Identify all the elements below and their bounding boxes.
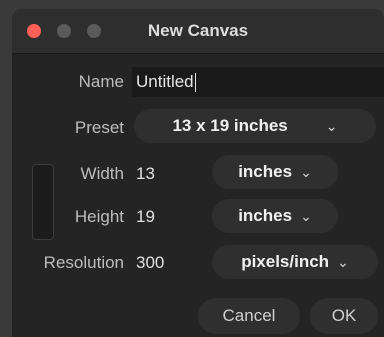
link-bracket-icon[interactable]: [32, 164, 54, 240]
width-label: Width: [80, 164, 124, 183]
resolution-unit-dropdown[interactable]: pixels/inch ⌄: [212, 245, 378, 279]
ok-button[interactable]: OK: [310, 298, 378, 334]
width-unit-value: inches: [238, 162, 293, 181]
name-field[interactable]: Untitled: [132, 67, 384, 97]
chevron-down-icon: ⌄: [337, 253, 349, 270]
height-unit-dropdown[interactable]: inches ⌄: [212, 199, 338, 233]
resolution-unit-value: pixels/inch: [241, 252, 330, 271]
preset-dropdown[interactable]: 13 x 19 inches ⌄: [134, 109, 376, 143]
preset-value: 13 x 19 inches: [172, 116, 288, 135]
name-value: Untitled: [136, 72, 194, 91]
width-field[interactable]: 13: [136, 164, 155, 184]
new-canvas-dialog: New Canvas Name Untitled Preset 13 x 19 …: [12, 9, 384, 337]
name-label: Name: [78, 72, 124, 91]
window-title: New Canvas: [147, 21, 249, 40]
height-label: Height: [74, 207, 124, 226]
chevron-down-icon: ⌄: [325, 117, 338, 134]
title-bar: New Canvas: [12, 9, 384, 54]
preset-label: Preset: [74, 118, 124, 137]
width-unit-dropdown[interactable]: inches ⌄: [212, 155, 338, 189]
text-caret: [194, 72, 196, 92]
height-field[interactable]: 19: [136, 207, 155, 227]
cancel-button[interactable]: Cancel: [198, 298, 300, 334]
height-unit-value: inches: [238, 206, 293, 225]
chevron-down-icon: ⌄: [300, 207, 312, 224]
resolution-label: Resolution: [43, 253, 124, 272]
resolution-field[interactable]: 300: [136, 253, 164, 273]
chevron-down-icon: ⌄: [300, 163, 312, 180]
